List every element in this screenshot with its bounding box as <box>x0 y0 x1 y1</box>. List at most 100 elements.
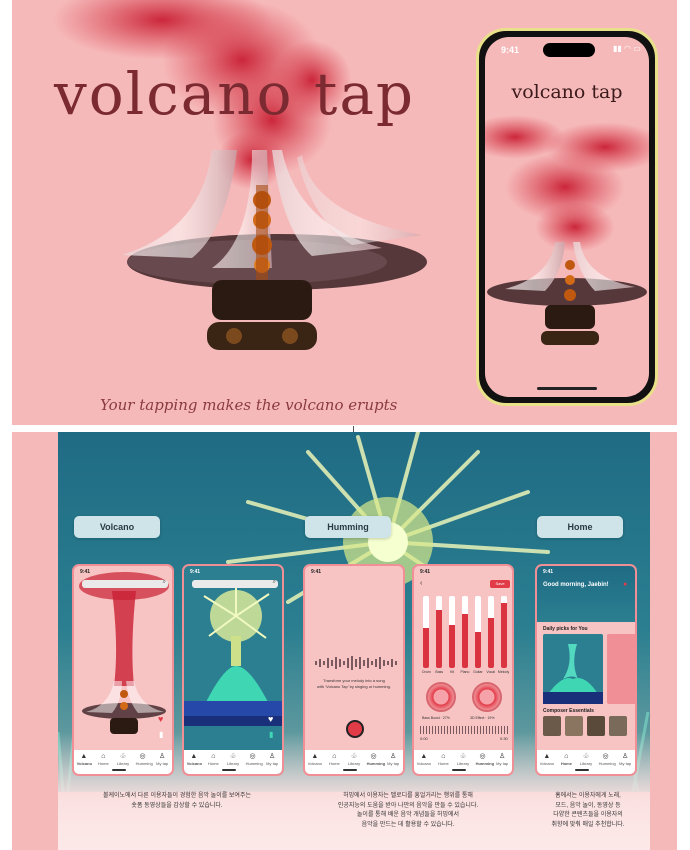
nav-library[interactable]: ♧ Library <box>347 753 361 766</box>
nav-volcano[interactable]: ▲ Volcano <box>308 753 322 766</box>
mixer-slider-fill <box>423 628 430 668</box>
bass-boost-knob[interactable] <box>426 682 456 712</box>
heart-icon[interactable]: ♥ <box>268 714 273 724</box>
time-end: 0:30 <box>500 736 508 741</box>
nav-my-tap[interactable]: ♙ My tap <box>265 753 279 766</box>
nav-library[interactable]: ♧ Library <box>116 753 130 766</box>
notification-icon[interactable]: ● <box>623 581 627 588</box>
composer-card[interactable] <box>543 716 561 736</box>
humming-instructions-line: with 'Volcano Tap' by singing or humming… <box>317 684 391 689</box>
mixer-channel-label: Bass <box>435 670 444 674</box>
daily-picks-heading: Daily picks for You <box>543 626 588 632</box>
status-time: 9:41 <box>543 569 554 575</box>
bookmark-icon[interactable]: ▮ <box>159 730 163 739</box>
home-greeting: Good morning, Jaebin! <box>543 582 609 588</box>
mixer-channel-label: Guitar <box>473 670 483 674</box>
composer-card[interactable] <box>565 716 583 736</box>
mixer-sliders <box>420 596 510 668</box>
nav-humming[interactable]: ◎ Humming <box>476 753 494 766</box>
mixer-slider-vocal[interactable] <box>487 596 494 668</box>
nav-home[interactable]: ⌂ Home <box>559 753 573 766</box>
composer-card[interactable] <box>587 716 605 736</box>
nav-home[interactable]: ⌂ Home <box>206 753 220 766</box>
caption-home: 홈에서는 이용자에게 노래, 모드, 음악 놀이, 동영상 등 다양한 콘텐츠들… <box>532 792 644 830</box>
nav-library[interactable]: ♧ Library <box>226 753 240 766</box>
mixer-channel-label: Melody <box>497 670 510 674</box>
daily-pick-card[interactable] <box>607 634 635 704</box>
knob-left-label: Bass Boost · 27% <box>422 716 450 720</box>
time-start: 0:00 <box>420 736 428 741</box>
track-waveform[interactable] <box>420 726 510 734</box>
mixer-slider-fill <box>436 610 443 668</box>
caption-line: 숏폼 동영상들을 감상할 수 있습니다. <box>131 802 223 809</box>
nav-humming[interactable]: ◎ Humming <box>367 753 385 766</box>
eruption-video-thumbnail <box>184 586 282 726</box>
nav-my-tap[interactable]: ♙ My tap <box>618 753 632 766</box>
daily-pick-thumbnail <box>543 644 603 704</box>
heart-icon[interactable]: ♥ <box>158 714 163 724</box>
caption-line: 다양한 콘텐츠들을 이용자의 <box>553 812 623 818</box>
composer-card[interactable] <box>609 716 627 736</box>
composer-heading: Composer Essentials <box>543 708 594 714</box>
mixer-channel-label: Piano <box>460 670 470 674</box>
phone-notch <box>543 43 595 57</box>
bookmark-icon[interactable]: ▮ <box>269 730 273 739</box>
effect-knob[interactable] <box>472 682 502 712</box>
nav-humming[interactable]: ◎ Humming <box>246 753 263 766</box>
nav-library[interactable]: ♧ Library <box>579 753 593 766</box>
home-indicator <box>537 387 597 390</box>
nav-my-tap[interactable]: ♙ My tap <box>386 753 400 766</box>
screen-volcano-feed: 9:41 ⌕ ♥ ▮ ▲ Volcano ⌂ Home ♧ Library ◎ Humm… <box>72 564 174 776</box>
mixer-slider-drum[interactable] <box>423 596 430 668</box>
mixer-channel-label: Drum <box>422 670 431 674</box>
nav-humming[interactable]: ◎ Humming <box>136 753 153 766</box>
features-panel: Volcano Humming Home 9:41 ⌕ ♥ ▮ ▲ Volcano… <box>12 432 677 850</box>
status-time: 9:41 <box>190 569 201 575</box>
nav-home[interactable]: ⌂ Home <box>436 753 450 766</box>
home-indicator <box>222 769 236 771</box>
nav-volcano[interactable]: ▲ Volcano <box>77 753 92 766</box>
screen-home: 9:41 Good morning, Jaebin! ● Daily picks… <box>535 564 637 776</box>
daily-pick-card[interactable] <box>543 634 603 704</box>
mixer-slider-melody[interactable] <box>500 596 507 668</box>
nav-my-tap[interactable]: ♙ My tap <box>155 753 169 766</box>
back-icon[interactable]: ‹ <box>420 580 422 587</box>
mixer-slider-guitar[interactable] <box>474 596 481 668</box>
nav-my-tap[interactable]: ♙ My tap <box>495 753 509 766</box>
mixer-slider-fill <box>474 632 481 668</box>
search-bar[interactable]: ⌕ <box>192 579 278 588</box>
save-button[interactable]: Save <box>490 580 510 588</box>
mixer-slider-kit[interactable] <box>449 596 456 668</box>
phone-screen: 9:41 ▮▮ ◠ ▭ volcano tap <box>485 37 649 397</box>
mixer-channel-label: Vocal <box>486 670 495 674</box>
nav-home[interactable]: ⌂ Home <box>96 753 110 766</box>
nav-volcano[interactable]: ▲ Volcano <box>540 753 554 766</box>
home-indicator <box>575 769 589 771</box>
status-time: 9:41 <box>501 45 520 55</box>
home-indicator <box>112 769 126 771</box>
caption-line: 인공지능의 도움을 받아 나만의 음악을 만들 수 있습니다. <box>337 802 479 809</box>
hero-title: volcano tap <box>54 60 416 128</box>
nav-home[interactable]: ⌂ Home <box>327 753 341 766</box>
search-bar[interactable]: ⌕ <box>82 579 168 588</box>
nav-library[interactable]: ♧ Library <box>456 753 470 766</box>
nav-volcano[interactable]: ▲ Volcano <box>187 753 202 766</box>
search-icon[interactable]: ⌕ <box>273 579 276 586</box>
hero-tagline: Your tapping makes the volcano erupts <box>100 396 398 414</box>
humming-instructions: Transform your melody into a song with '… <box>305 678 403 690</box>
record-button[interactable] <box>346 720 364 738</box>
caption-line: 모드, 음악 놀이, 동영상 등 <box>555 802 621 809</box>
caption-volcano: 볼케이노에서 다른 이용자들이 경험한 음악 놀이를 보여주는 숏폼 동영상들을… <box>82 792 272 811</box>
search-icon[interactable]: ⌕ <box>163 579 166 586</box>
phone-mockup: 9:41 ▮▮ ◠ ▭ volcano tap <box>476 28 658 406</box>
nav-humming[interactable]: ◎ Humming <box>599 753 616 766</box>
section-label-humming: Humming <box>305 516 391 538</box>
nav-volcano[interactable]: ▲ Volcano <box>417 753 431 766</box>
mixer-slider-bass[interactable] <box>436 596 443 668</box>
mixer-slider-piano[interactable] <box>462 596 468 668</box>
screen-humming-record: 9:41 Transform your melody into a song w… <box>303 564 405 776</box>
section-label-volcano: Volcano <box>74 516 160 538</box>
bottom-nav: ▲ Volcano ⌂ Home ♧ Library ◎ Humming ♙ My tap <box>537 750 635 774</box>
screen-humming-mixer: 9:41 ‹ Save Drum Bass Kit Piano Guitar Vocal M… <box>412 564 514 776</box>
mixer-slider-fill <box>462 614 468 668</box>
